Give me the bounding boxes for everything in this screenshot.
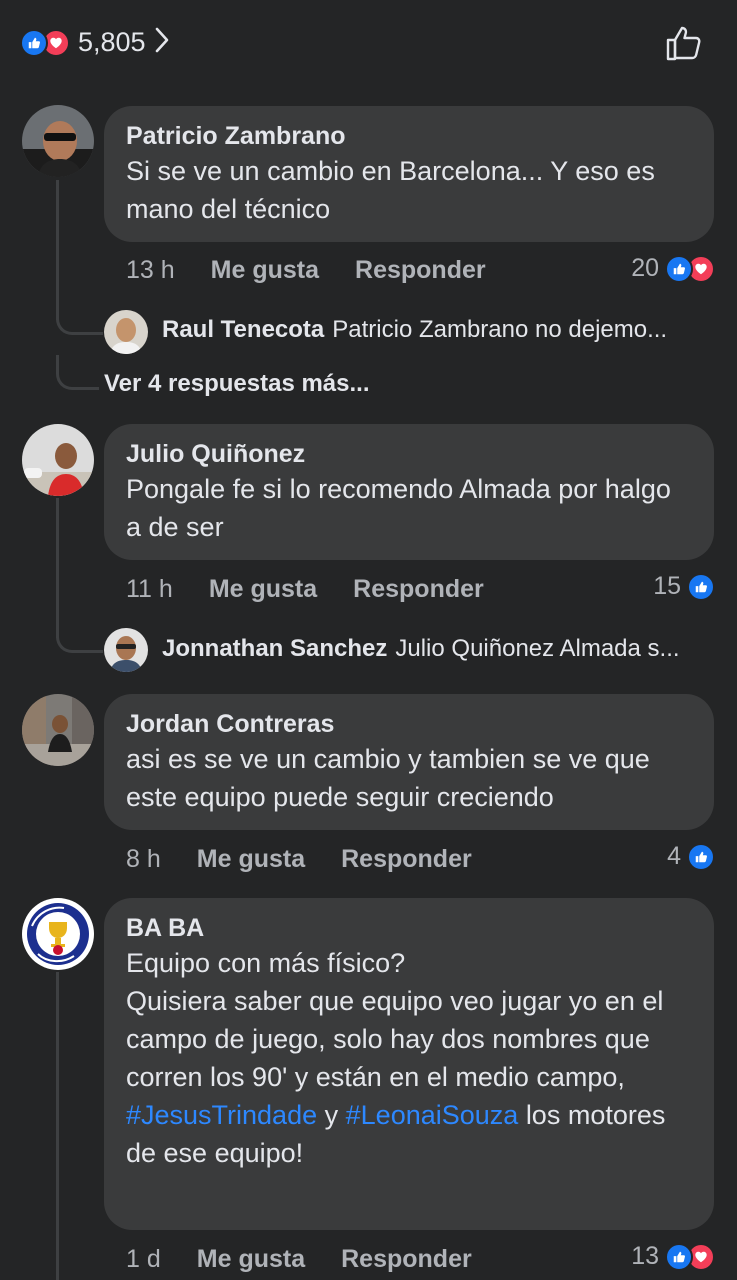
reply-action[interactable]: Responder xyxy=(341,845,472,874)
like-action[interactable]: Me gusta xyxy=(197,1245,305,1274)
comment-author[interactable]: Patricio Zambrano xyxy=(126,120,692,152)
comment-text: asi es se ve un cambio y tambien se ve q… xyxy=(126,744,650,812)
thread-branch xyxy=(56,620,103,653)
reply-action[interactable]: Responder xyxy=(355,256,486,285)
like-icon xyxy=(665,1242,693,1271)
avatar[interactable] xyxy=(22,105,94,177)
chevron-right-icon xyxy=(154,26,170,59)
thumbs-up-outline-icon xyxy=(666,26,701,61)
like-action[interactable]: Me gusta xyxy=(197,845,305,874)
comment-text-line: Equipo con más físico? xyxy=(126,948,406,978)
total-reaction-count: 5,805 xyxy=(78,27,146,57)
hashtag-link[interactable]: #JesusTrindade xyxy=(126,1100,317,1130)
thread-branch xyxy=(56,355,99,390)
comment-text-fragment: y xyxy=(324,1100,339,1130)
comment-reactions[interactable]: 4 xyxy=(667,842,715,871)
comment-text: Si se ve un cambio en Barcelona... Y eso… xyxy=(126,156,655,224)
view-more-replies[interactable]: Ver 4 respuestas más... xyxy=(104,370,370,398)
comment-actions: 11 h Me gusta Responder xyxy=(126,575,484,604)
thread-line xyxy=(56,180,59,320)
reply-text: Julio Quiñonez Almada s... xyxy=(395,635,680,662)
thread-line xyxy=(56,972,59,1280)
comment-author[interactable]: BA BA xyxy=(126,912,692,944)
reply-preview[interactable]: Jonnathan Sanchez Julio Quiñonez Almada … xyxy=(162,635,710,663)
avatar[interactable] xyxy=(22,898,94,970)
avatar[interactable] xyxy=(22,424,94,496)
thread-branch xyxy=(56,300,103,335)
comment-time[interactable]: 11 h xyxy=(126,575,173,604)
comment-actions: 13 h Me gusta Responder xyxy=(126,256,486,285)
avatar[interactable] xyxy=(22,694,94,766)
champions-kids-logo xyxy=(23,899,93,969)
comment-bubble[interactable]: Patricio Zambrano Si se ve un cambio en … xyxy=(104,106,714,242)
comment-bubble[interactable]: Julio Quiñonez Pongale fe si lo recomend… xyxy=(104,424,714,560)
comment-text-line: Quisiera saber que equipo veo jugar yo e… xyxy=(126,986,664,1092)
like-action[interactable]: Me gusta xyxy=(211,256,319,285)
comment-time[interactable]: 13 h xyxy=(126,256,175,285)
hashtag-link[interactable]: #LeonaiSouza xyxy=(346,1100,519,1130)
like-icon xyxy=(687,572,715,601)
like-icon xyxy=(687,842,715,871)
comment-actions: 1 d Me gusta Responder xyxy=(126,1245,472,1274)
reply-preview[interactable]: Raul Tenecota Patricio Zambrano no dejem… xyxy=(162,316,710,344)
like-action[interactable]: Me gusta xyxy=(209,575,317,604)
comment-reactions[interactable]: 15 xyxy=(653,572,715,601)
comment-actions: 8 h Me gusta Responder xyxy=(126,845,472,874)
reaction-count: 15 xyxy=(653,572,681,600)
reply-action[interactable]: Responder xyxy=(341,1245,472,1274)
reactions-header: 5,805 xyxy=(0,0,737,88)
comment-time[interactable]: 1 d xyxy=(126,1245,161,1274)
like-button[interactable] xyxy=(665,24,703,67)
comment-author[interactable]: Julio Quiñonez xyxy=(126,438,692,470)
comment-reactions[interactable]: 13 xyxy=(631,1242,715,1271)
comment-bubble[interactable]: BA BA Equipo con más físico? Quisiera sa… xyxy=(104,898,714,1230)
reply-action[interactable]: Responder xyxy=(353,575,484,604)
comment-author[interactable]: Jordan Contreras xyxy=(126,708,692,740)
reaction-count: 13 xyxy=(631,1242,659,1270)
reply-avatar[interactable] xyxy=(104,310,148,354)
reaction-count: 4 xyxy=(667,842,681,870)
reply-avatar[interactable] xyxy=(104,628,148,672)
comment-text: Equipo con más físico? Quisiera saber qu… xyxy=(126,944,692,1172)
reply-author[interactable]: Jonnathan Sanchez xyxy=(162,635,387,663)
comment-bubble[interactable]: Jordan Contreras asi es se ve un cambio … xyxy=(104,694,714,830)
reaction-summary[interactable]: 5,805 xyxy=(20,26,170,59)
comment-text: Pongale fe si lo recomendo Almada por ha… xyxy=(126,474,671,542)
reply-text: Patricio Zambrano no dejemo... xyxy=(332,316,668,343)
thread-line xyxy=(56,498,59,638)
like-icon xyxy=(20,28,48,57)
reaction-count: 20 xyxy=(631,254,659,282)
reply-author[interactable]: Raul Tenecota xyxy=(162,316,324,344)
comment-time[interactable]: 8 h xyxy=(126,845,161,874)
comment-reactions[interactable]: 20 xyxy=(631,254,715,283)
like-icon xyxy=(665,254,693,283)
